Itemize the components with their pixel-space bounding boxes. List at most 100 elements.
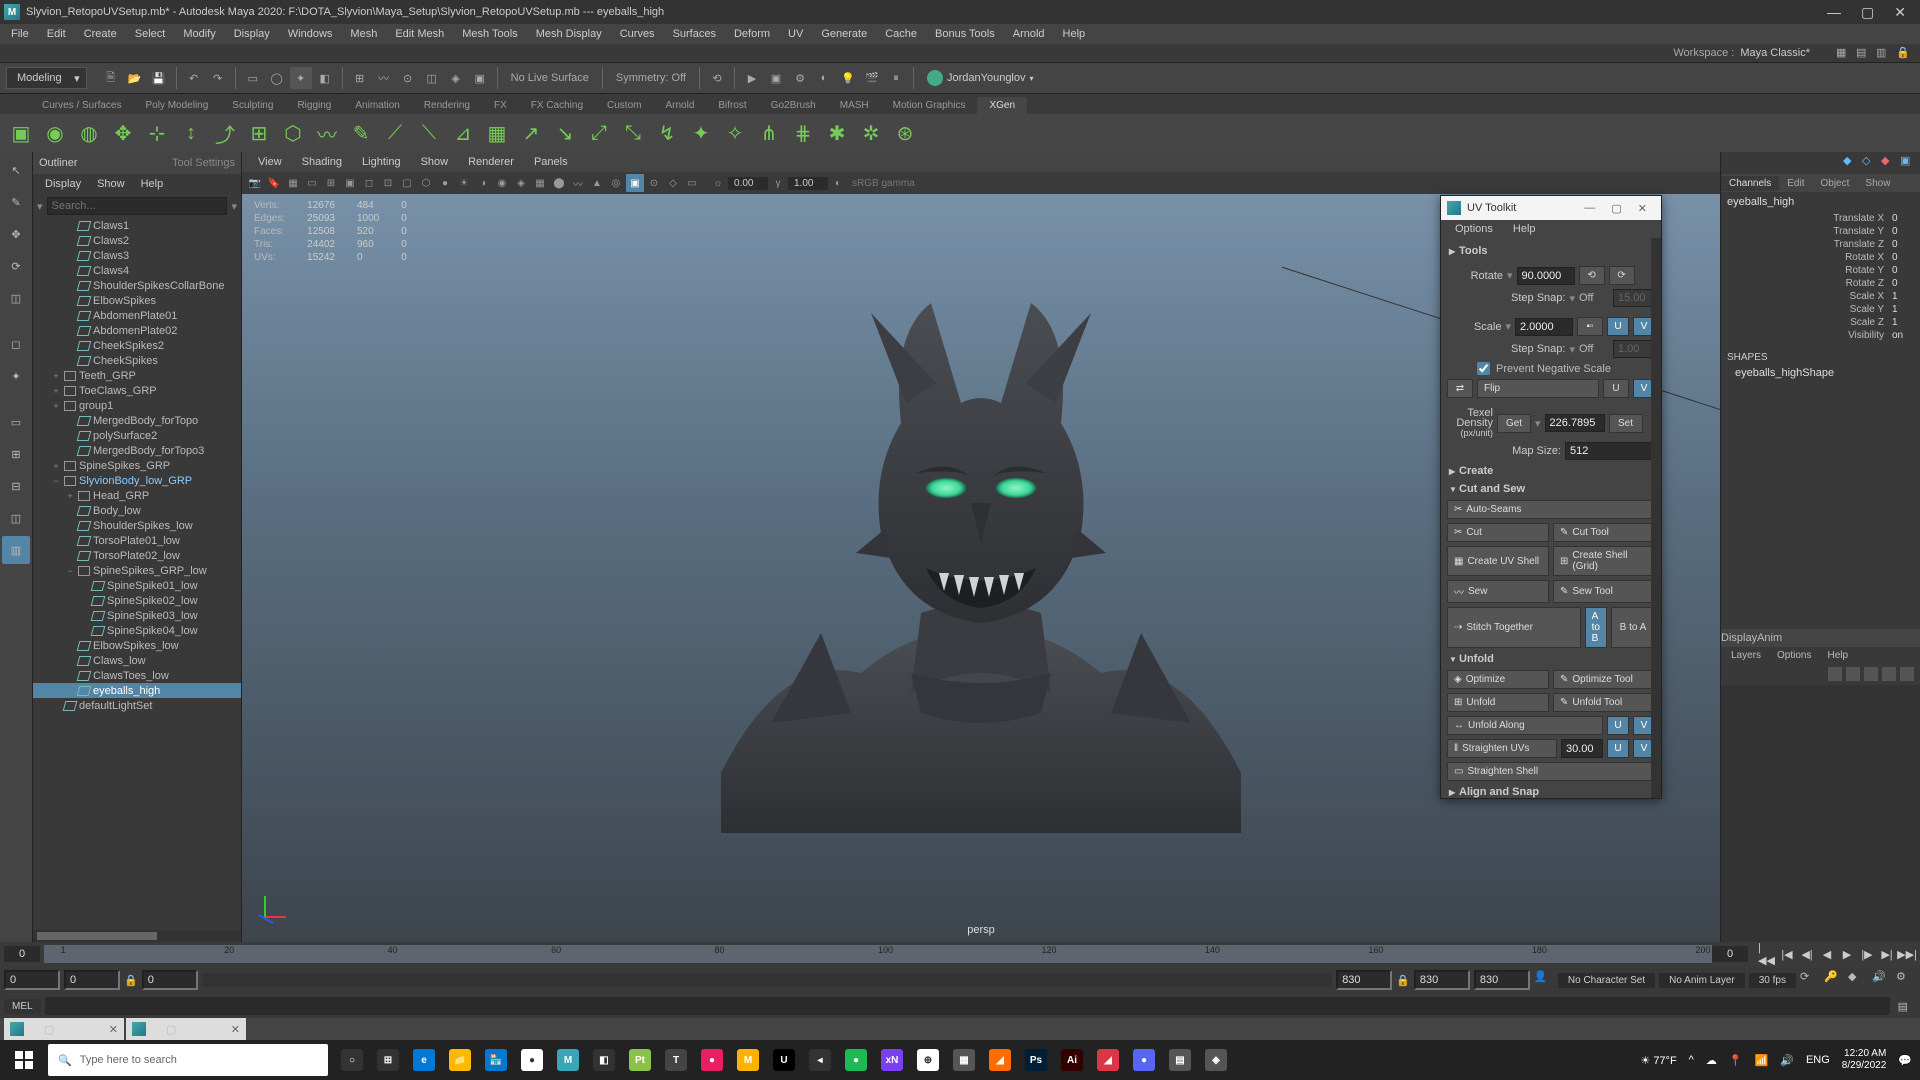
outliner-item[interactable]: defaultLightSet xyxy=(33,698,241,713)
menu-cache[interactable]: Cache xyxy=(876,28,926,40)
shelf-tab[interactable]: FX xyxy=(482,97,519,114)
attr-value[interactable]: 1 xyxy=(1884,317,1914,328)
uvt-rotate-input[interactable] xyxy=(1517,267,1575,285)
uvt-sew-button[interactable]: 〰 Sew xyxy=(1447,580,1549,603)
app-icon[interactable]: ● xyxy=(694,1040,730,1080)
play-fwd-icon[interactable]: ▶ xyxy=(1838,945,1856,963)
play-back-icon[interactable]: ◀ xyxy=(1818,945,1836,963)
symmetry-label[interactable]: Symmetry: Off xyxy=(616,72,686,84)
outliner-search-input[interactable] xyxy=(47,197,228,215)
vp-dof-icon[interactable]: ◎ xyxy=(607,174,625,192)
script-editor-icon[interactable]: ▤ xyxy=(1890,1000,1916,1013)
snap-live-icon[interactable]: ◈ xyxy=(445,67,467,89)
pause-icon[interactable]: ⏸ xyxy=(885,67,907,89)
app-icon[interactable]: T xyxy=(658,1040,694,1080)
uvt-stitch-button[interactable]: ⇢ Stitch Together xyxy=(1447,607,1581,648)
outliner-item[interactable]: SpineSpike02_low xyxy=(33,593,241,608)
xgen-shelf-icon[interactable]: ↘ xyxy=(549,117,581,149)
ipr-icon[interactable]: ▣ xyxy=(765,67,787,89)
outliner-item[interactable]: Claws2 xyxy=(33,233,241,248)
outliner-scrollbar[interactable] xyxy=(33,930,241,942)
app-icon[interactable]: ◧ xyxy=(586,1040,622,1080)
range-lock-icon[interactable]: 🔒 xyxy=(1396,974,1410,987)
step-fwd-icon[interactable]: |▶ xyxy=(1858,945,1876,963)
paint-select-icon[interactable]: ✦ xyxy=(290,67,312,89)
vp-gamma-icon[interactable]: γ xyxy=(769,174,787,192)
shelf-tab[interactable]: FX Caching xyxy=(519,97,595,114)
uvt-optimize-button[interactable]: ◈ Optimize xyxy=(1447,670,1549,689)
move-tool-icon[interactable]: ✥ xyxy=(2,220,30,248)
shelf-tab[interactable]: Go2Brush xyxy=(759,97,828,114)
shelf-tab[interactable]: Arnold xyxy=(653,97,706,114)
time-slider[interactable]: 0 120406080100120140160180200 0 |◀◀ |◀ ◀… xyxy=(0,942,1920,966)
uvt-texel-input[interactable] xyxy=(1545,414,1605,432)
vp-img-icon[interactable]: ▦ xyxy=(284,174,302,192)
tray-lang-icon[interactable]: ENG xyxy=(1806,1054,1830,1066)
menu-select[interactable]: Select xyxy=(126,28,175,40)
vp-isolate-icon[interactable]: ◉ xyxy=(493,174,511,192)
vp-xray-icon[interactable]: ◈ xyxy=(512,174,530,192)
vp-shadow-icon[interactable]: ◑ xyxy=(474,174,492,192)
uvt-create-shell-grid-button[interactable]: ⊞ Create Shell (Grid) xyxy=(1553,546,1655,576)
outliner-menu-item[interactable]: Show xyxy=(89,178,133,190)
outliner-item[interactable]: ClawsToes_low xyxy=(33,668,241,683)
vp-exposure-icon[interactable]: ☼ xyxy=(709,174,727,192)
layer-tab[interactable]: Display xyxy=(1721,632,1757,644)
vp-film-icon[interactable]: ▣ xyxy=(341,174,359,192)
shelf-tab[interactable]: XGen xyxy=(977,97,1027,114)
layer-menu-item[interactable]: Help xyxy=(1819,650,1856,661)
open-scene-icon[interactable]: 📂 xyxy=(124,67,146,89)
xgen-shelf-icon[interactable]: ⤴ xyxy=(209,117,241,149)
vp-tex-icon[interactable]: ▦ xyxy=(531,174,549,192)
close-button[interactable]: ✕ xyxy=(1894,4,1906,21)
shelf-tab[interactable]: Rendering xyxy=(412,97,482,114)
channel-attr-row[interactable]: Visibilityon xyxy=(1725,329,1916,342)
menu-curves[interactable]: Curves xyxy=(611,28,664,40)
layer-icon[interactable] xyxy=(1846,667,1860,681)
select-tool-icon[interactable]: ↖ xyxy=(2,156,30,184)
menu-help[interactable]: Help xyxy=(1054,28,1095,40)
end-frame-display[interactable]: 0 xyxy=(1712,946,1748,962)
attr-value[interactable]: 0 xyxy=(1884,239,1914,250)
xgen-shelf-icon[interactable]: ⤡ xyxy=(617,117,649,149)
workspace-icon[interactable]: ▥ xyxy=(1876,46,1890,60)
menuset-dropdown[interactable]: Modeling xyxy=(6,67,87,89)
layer-menu-item[interactable]: Options xyxy=(1769,650,1819,661)
four-pane-icon[interactable]: ⊞ xyxy=(2,440,30,468)
workspace-lock-icon[interactable]: 🔒 xyxy=(1896,46,1910,60)
doc-close-icon[interactable]: ✕ xyxy=(231,1023,240,1036)
range-char-icon[interactable]: 👤 xyxy=(1534,970,1554,990)
shelf-tab[interactable]: Animation xyxy=(343,97,411,114)
hypershade-icon[interactable]: ◐ xyxy=(813,67,835,89)
outliner-item[interactable]: +ToeClaws_GRP xyxy=(33,383,241,398)
uv-toolkit-window[interactable]: UV Toolkit — ▢ ✕ OptionsHelp ▶Tools Rota… xyxy=(1440,195,1662,799)
uvt-rotate-cw-button[interactable]: ⟳ xyxy=(1609,266,1635,285)
xgen-shelf-icon[interactable]: ◉ xyxy=(39,117,71,149)
script-lang[interactable]: MEL xyxy=(4,999,41,1014)
outliner-item[interactable]: SpineSpike04_low xyxy=(33,623,241,638)
uvt-prevent-neg-checkbox[interactable] xyxy=(1477,362,1490,375)
vp-menu-item[interactable]: Lighting xyxy=(352,156,411,168)
uvt-close-button[interactable]: ✕ xyxy=(1630,202,1655,215)
uvt-tools-section[interactable]: ▶Tools xyxy=(1447,242,1655,260)
channel-icon[interactable]: ◆ xyxy=(1843,154,1859,170)
uvt-rotate-options-icon[interactable]: ▾ xyxy=(1507,269,1513,282)
lasso-icon[interactable]: ◯ xyxy=(266,67,288,89)
xgen-shelf-icon[interactable]: ⊹ xyxy=(141,117,173,149)
uvt-td-options-icon[interactable]: ▾ xyxy=(1535,417,1541,430)
vp-menu-item[interactable]: View xyxy=(248,156,292,168)
snap-plane-icon[interactable]: ◫ xyxy=(421,67,443,89)
uvt-btoa-button[interactable]: B to A xyxy=(1611,607,1655,648)
xgen-shelf-icon[interactable]: ⬡ xyxy=(277,117,309,149)
uvt-unfold-section[interactable]: ▼Unfold xyxy=(1447,650,1655,668)
uvt-set-button[interactable]: Set xyxy=(1609,414,1643,433)
uvt-create-shell-button[interactable]: ▦ Create UV Shell xyxy=(1447,546,1549,576)
layer-icon[interactable] xyxy=(1900,667,1914,681)
uvt-step-off-2[interactable]: Off xyxy=(1579,343,1609,355)
outliner-item[interactable]: TorsoPlate02_low xyxy=(33,548,241,563)
uvt-align-section[interactable]: ▶Align and Snap xyxy=(1447,783,1655,798)
outliner-item[interactable]: MergedBody_forTopo xyxy=(33,413,241,428)
xgen-shelf-icon[interactable]: ✱ xyxy=(821,117,853,149)
outliner-item[interactable]: Claws1 xyxy=(33,218,241,233)
menu-surfaces[interactable]: Surfaces xyxy=(664,28,725,40)
